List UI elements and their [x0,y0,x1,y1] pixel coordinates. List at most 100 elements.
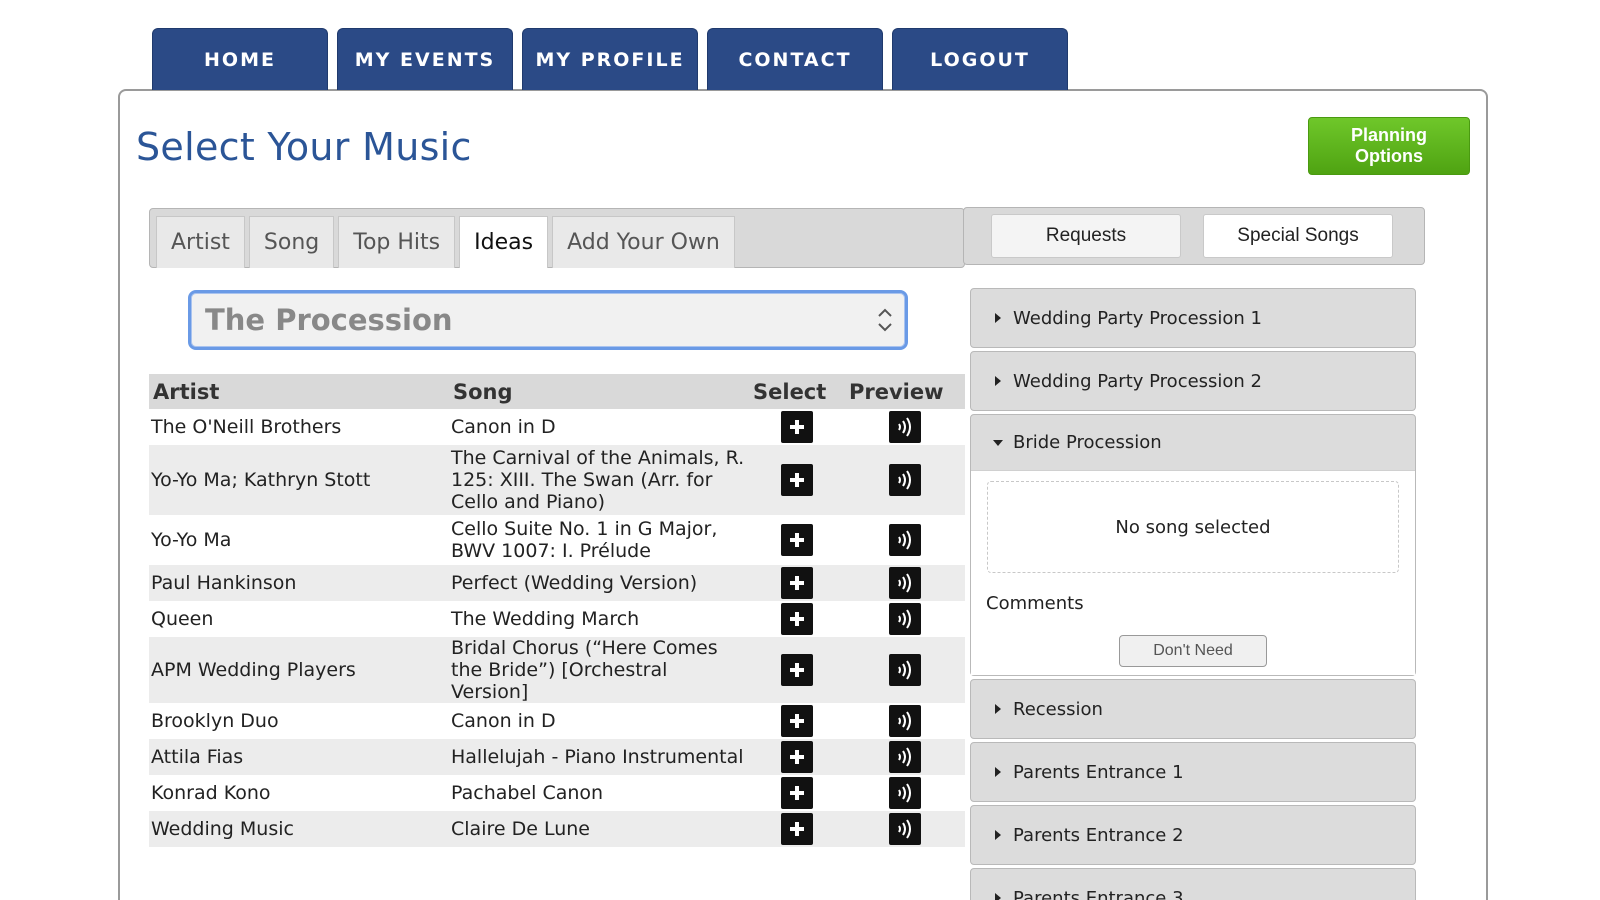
accordion-header-wedding-party-procession-2[interactable]: Wedding Party Procession 2 [971,352,1415,410]
table-row: Wedding Music Claire De Lune [149,811,965,847]
accordion-item: Parents Entrance 3 [970,868,1416,900]
header-preview: Preview [845,374,965,409]
tab-requests[interactable]: Requests [991,214,1181,258]
plus-icon[interactable] [781,411,813,443]
speaker-icon[interactable] [889,464,921,496]
page-title: Select Your Music [136,125,472,169]
artist-cell: The O'Neill Brothers [151,416,342,438]
artist-cell: Wedding Music [149,811,449,847]
accordion-header-parents-entrance-3[interactable]: Parents Entrance 3 [971,869,1415,900]
artist-cell: Attila Fias [149,739,449,775]
song-cell: Perfect (Wedding Version) [449,565,749,601]
accordion-item: Wedding Party Procession 2 [970,351,1416,411]
accordion-item: Bride Procession No song selected Commen… [970,414,1416,676]
header-select: Select [749,374,845,409]
category-select-value: The Procession [205,303,453,337]
table-row: Queen The Wedding March [149,601,965,637]
accordion-label: Wedding Party Procession 1 [1013,307,1263,329]
preview-cell [845,811,965,847]
plus-icon[interactable] [781,567,813,599]
plus-icon[interactable] [781,813,813,845]
speaker-icon[interactable] [889,524,921,556]
nav-my-profile[interactable]: MY PROFILE [522,28,698,90]
song-table: Artist Song Select Preview The O'Neill B… [149,374,965,847]
select-cell [749,409,845,445]
artist-cell: Konrad Kono [151,782,271,804]
speaker-icon[interactable] [889,567,921,599]
preview-cell [845,637,965,703]
preview-cell [845,703,965,739]
caret-right-icon [991,829,1005,841]
dont-need-button[interactable]: Don't Need [1119,635,1267,667]
artist-cell: APM Wedding Players [149,637,449,703]
accordion-item: Wedding Party Procession 1 [970,288,1416,348]
tab-artist[interactable]: Artist [156,216,245,268]
accordion-header-parents-entrance-1[interactable]: Parents Entrance 1 [971,743,1415,801]
preview-cell [845,601,965,637]
table-row: Yo-Yo Ma; Kathryn Stott The Carnival of t… [149,445,965,515]
tab-top-hits[interactable]: Top Hits [338,216,456,268]
plus-icon[interactable] [781,777,813,809]
speaker-icon[interactable] [889,777,921,809]
tab-ideas[interactable]: Ideas [459,216,549,268]
select-cell [749,601,845,637]
table-row: The O'Neill Brothers Canon in D [149,409,965,445]
speaker-icon[interactable] [889,741,921,773]
speaker-icon[interactable] [889,654,921,686]
plus-icon[interactable] [781,464,813,496]
table-row: Konrad Kono Pachabel Canon [149,775,965,811]
nav-contact[interactable]: CONTACT [707,28,883,90]
nav-home[interactable]: HOME [152,28,328,90]
artist-cell: Yo-Yo Ma; Kathryn Stott [149,445,449,515]
plus-icon[interactable] [781,654,813,686]
select-cell [749,637,845,703]
category-select[interactable]: The Procession [188,290,908,350]
speaker-icon[interactable] [889,813,921,845]
tab-song[interactable]: Song [248,216,335,268]
plus-icon[interactable] [781,705,813,737]
plus-icon[interactable] [781,741,813,773]
preview-cell [845,445,965,515]
table-header-row: Artist Song Select Preview [149,374,965,409]
accordion-header-recession[interactable]: Recession [971,680,1415,738]
speaker-icon[interactable] [889,411,921,443]
caret-right-icon [991,375,1005,387]
caret-right-icon [991,766,1005,778]
accordion-label: Parents Entrance 1 [1013,761,1184,783]
song-cell: Claire De Lune [449,811,749,847]
accordion-item: Parents Entrance 1 [970,742,1416,802]
planning-options-button[interactable]: Planning Options [1308,117,1470,175]
selected-song-dropzone: No song selected [987,481,1399,573]
table-row: Attila Fias Hallelujah - Piano Instrument… [149,739,965,775]
accordion-header-wedding-party-procession-1[interactable]: Wedding Party Procession 1 [971,289,1415,347]
preview-cell [845,565,965,601]
nav-my-events[interactable]: MY EVENTS [337,28,513,90]
accordion-header-bride-procession[interactable]: Bride Procession [971,415,1415,470]
tab-special-songs[interactable]: Special Songs [1203,214,1393,258]
table-row: Yo-Yo Ma Cello Suite No. 1 in G Major, BW… [149,515,965,565]
chevron-updown-icon [878,308,892,332]
artist-cell: Queen [151,608,214,630]
accordion-label: Parents Entrance 2 [1013,824,1184,846]
no-song-text: No song selected [1115,516,1271,538]
select-cell [749,703,845,739]
select-cell [749,565,845,601]
accordion-header-parents-entrance-2[interactable]: Parents Entrance 2 [971,806,1415,864]
artist-cell: Paul Hankinson [149,565,449,601]
request-tabs: Requests Special Songs [963,207,1425,265]
caret-right-icon [991,892,1005,900]
plus-icon[interactable] [781,524,813,556]
nav-logout[interactable]: LOGOUT [892,28,1068,90]
preview-cell [845,409,965,445]
speaker-icon[interactable] [889,603,921,635]
table-row: APM Wedding Players Bridal Chorus (“Here … [149,637,965,703]
song-cell: The Wedding March [451,608,640,630]
tab-add-your-own[interactable]: Add Your Own [552,216,735,268]
song-cell: Canon in D [451,416,556,438]
search-tabs: Artist Song Top Hits Ideas Add Your Own [149,208,965,268]
plus-icon[interactable] [781,603,813,635]
comments-label[interactable]: Comments [986,593,1084,614]
speaker-icon[interactable] [889,705,921,737]
accordion-body-bride-procession: No song selected Comments Don't Need [971,470,1415,675]
event-moments-accordion: Wedding Party Procession 1 Wedding Party… [970,288,1416,900]
